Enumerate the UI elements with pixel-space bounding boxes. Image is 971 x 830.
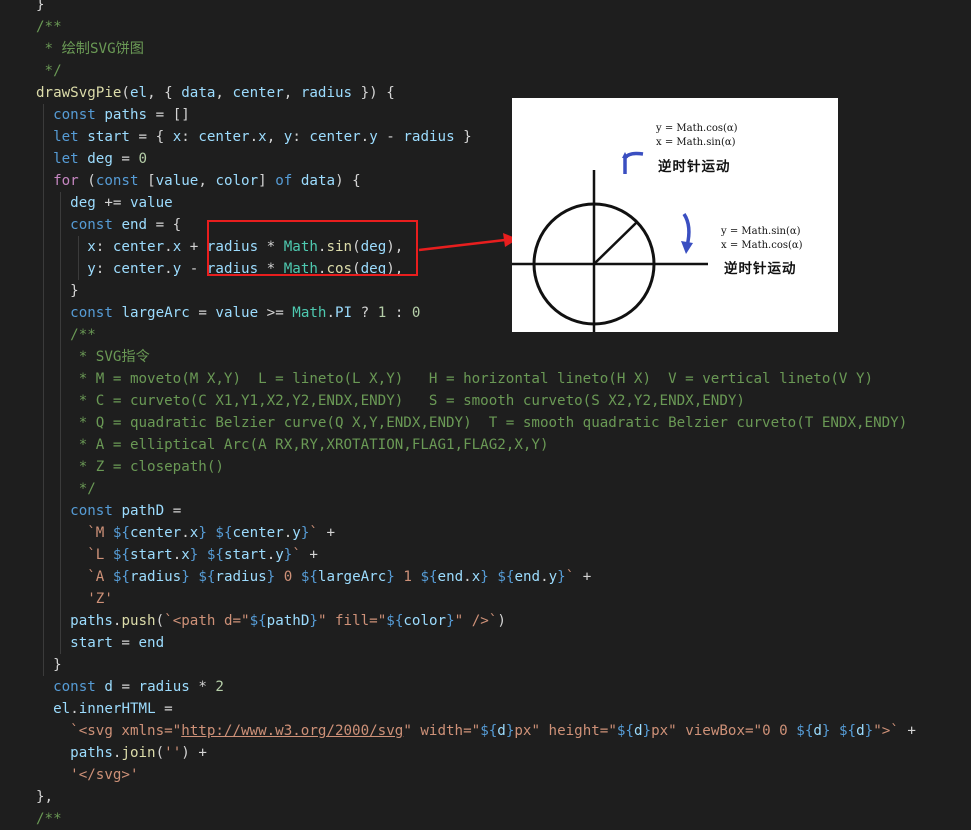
right-direction-label: 逆时针运动 (724, 261, 797, 277)
diagram-image: y = Math.cos(α) x = Math.sin(α) 逆时针运动 y … (512, 98, 838, 332)
clockwise-arrow-icon (682, 213, 691, 247)
code-line: /** (36, 808, 62, 830)
clockwise-arrow-head-icon (681, 241, 693, 254)
right-formula-1: y = Math.sin(α) (721, 226, 801, 237)
top-formula-1: y = Math.cos(α) (656, 123, 738, 134)
top-formula-2: x = Math.sin(α) (656, 137, 736, 148)
counterclockwise-arrow-icon (623, 151, 644, 174)
code-token: /** (36, 811, 62, 827)
top-direction-label: 逆时针运动 (658, 159, 731, 175)
right-formula-2: x = Math.cos(α) (721, 240, 803, 251)
